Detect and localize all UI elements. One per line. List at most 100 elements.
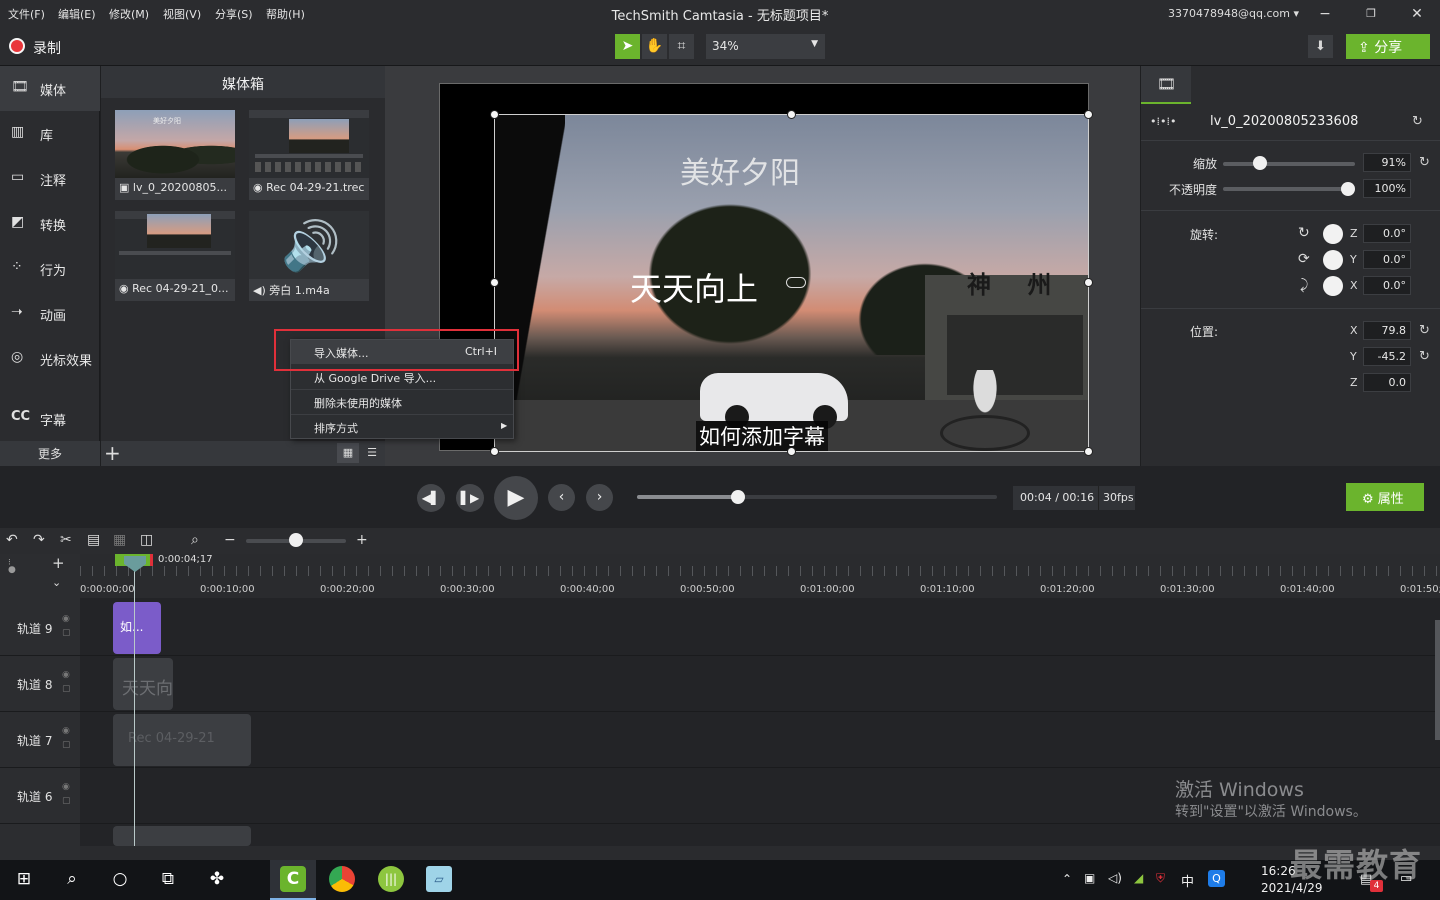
position-x-field[interactable]: 79.8 xyxy=(1363,321,1411,340)
resize-handle[interactable] xyxy=(1084,110,1093,119)
sidebar-item-captions[interactable]: CC 字幕 xyxy=(0,396,100,441)
zoom-out-icon[interactable]: − xyxy=(224,532,236,548)
undo-icon[interactable]: ↶ xyxy=(6,532,18,548)
timeline-zoom-knob[interactable] xyxy=(289,533,303,547)
media-tile[interactable]: ◉ Rec 04-29-21.trec xyxy=(249,110,369,200)
app-pinwheel-icon[interactable]: ✤ xyxy=(204,866,230,892)
scale-slider-knob[interactable] xyxy=(1252,156,1267,170)
magnet-icon[interactable]: ⁝ ● xyxy=(8,559,16,575)
resize-handle[interactable] xyxy=(490,110,499,119)
media-tile[interactable]: 美好夕阳 ▣ lv_0_20200805... xyxy=(115,110,235,200)
restore-button[interactable]: ❐ xyxy=(1356,4,1386,24)
chevron-down-icon[interactable]: ⌄ xyxy=(52,576,61,589)
select-tool-button[interactable]: ➤ xyxy=(615,34,640,59)
record-button[interactable]: 录制 xyxy=(5,34,75,60)
rotation-y-field[interactable]: 0.0° xyxy=(1363,250,1411,269)
track-header[interactable]: 轨道 8 ◉ ▢ xyxy=(0,656,80,712)
copy-icon[interactable]: ▤ xyxy=(87,532,100,548)
grid-view-button[interactable]: ▦ xyxy=(337,443,359,463)
close-button[interactable]: ✕ xyxy=(1402,4,1432,24)
annotation-clip[interactable]: 如... xyxy=(113,602,161,654)
visual-properties-tab[interactable]: 🎞 xyxy=(1141,66,1191,104)
camtasia-icon[interactable]: C xyxy=(280,866,306,892)
resize-handle[interactable] xyxy=(1084,278,1093,287)
security-icon[interactable]: ⛨ xyxy=(1156,871,1165,886)
step-forward-button[interactable]: ▌▶ xyxy=(456,484,484,512)
crop-tool-button[interactable]: ⌗ xyxy=(669,34,694,59)
sidebar-item-cursor-effects[interactable]: ◎ 光标效果 xyxy=(0,336,100,381)
resize-handle[interactable] xyxy=(490,447,499,456)
menu-delete-unused[interactable]: 删除未使用的媒体 xyxy=(291,389,513,413)
search-icon[interactable]: ⌕ xyxy=(59,866,85,892)
timeline-scrollbar[interactable] xyxy=(80,846,1440,860)
rotation-z-knob[interactable] xyxy=(1323,224,1343,244)
opacity-slider-track[interactable] xyxy=(1223,187,1355,191)
media-tile[interactable]: 🔊 ◀) 旁白 1.m4a xyxy=(249,211,369,301)
rotation-y-knob[interactable] xyxy=(1323,250,1343,270)
cortana-icon[interactable]: ○ xyxy=(107,866,133,892)
reset-icon[interactable]: ↻ xyxy=(1412,114,1423,129)
position-z-field[interactable]: 0.0 xyxy=(1363,373,1411,392)
windows-start-icon[interactable]: ⊞ xyxy=(11,866,37,892)
list-view-button[interactable]: ☰ xyxy=(361,443,383,463)
qq-icon[interactable]: Q xyxy=(1208,870,1225,887)
fps-display[interactable]: 30fps xyxy=(1098,486,1135,510)
chrome-icon[interactable] xyxy=(329,866,355,892)
add-media-button[interactable]: + xyxy=(104,441,122,465)
rotation-x-knob[interactable] xyxy=(1323,276,1343,296)
export-down-button[interactable]: ⬇ xyxy=(1308,35,1333,58)
visibility-lock-icon[interactable]: ◉ ▢ xyxy=(62,612,71,640)
chevron-up-icon[interactable]: ⌃ xyxy=(1062,872,1072,886)
vertical-scrollbar[interactable] xyxy=(1435,620,1440,740)
volume-icon[interactable]: ◁) xyxy=(1108,871,1122,885)
minimize-button[interactable]: − xyxy=(1310,4,1340,24)
paste-icon[interactable]: ▦ xyxy=(113,532,126,548)
visibility-lock-icon[interactable]: ◉ ▢ xyxy=(62,780,71,808)
play-button[interactable]: ▶ xyxy=(494,476,538,520)
notepad-icon[interactable]: ▱ xyxy=(426,866,452,892)
reset-icon[interactable]: ↻ xyxy=(1419,349,1430,364)
track-header[interactable]: 轨道 6 ◉ ▢ xyxy=(0,768,80,824)
track-header[interactable]: 轨道 7 ◉ ▢ xyxy=(0,712,80,768)
previous-button[interactable]: ‹ xyxy=(548,484,575,511)
position-y-field[interactable]: -45.2 xyxy=(1363,347,1411,366)
sidebar-item-animations[interactable]: ➝ 动画 xyxy=(0,291,100,336)
network-icon[interactable]: ▣ xyxy=(1084,871,1095,885)
visibility-lock-icon[interactable]: ◉ ▢ xyxy=(62,724,71,752)
opacity-slider-knob[interactable] xyxy=(1341,182,1355,196)
step-back-button[interactable]: ◀▌ xyxy=(417,484,445,512)
add-track-icon[interactable]: + xyxy=(52,554,65,572)
action-center-icon[interactable]: ▭ xyxy=(1400,871,1412,886)
scale-slider-track[interactable] xyxy=(1223,162,1355,166)
share-button[interactable]: ⇪ 分享 xyxy=(1346,34,1430,59)
pan-tool-button[interactable]: ✋ xyxy=(642,34,667,59)
scale-field[interactable]: 91% xyxy=(1363,153,1411,172)
sidebar-item-annotations[interactable]: ▭ 注释 xyxy=(0,156,100,201)
sidebar-item-media[interactable]: 🎞 媒体 xyxy=(0,66,100,111)
split-icon[interactable]: ◫ xyxy=(140,532,153,548)
redo-icon[interactable]: ↷ xyxy=(33,532,45,548)
account-menu[interactable]: 3370478948@qq.com ▾ xyxy=(1168,7,1299,20)
menu-sort-by[interactable]: 排序方式 ▶ xyxy=(291,414,513,438)
sidebar-item-transitions[interactable]: ◩ 转换 xyxy=(0,201,100,246)
ime-indicator[interactable]: 中 xyxy=(1181,871,1194,890)
sidebar-item-library[interactable]: ▥ 库 xyxy=(0,111,100,156)
rotation-x-field[interactable]: 0.0° xyxy=(1363,276,1411,295)
scissors-icon[interactable]: ✂ xyxy=(60,532,72,548)
zoom-select[interactable]: 34% ▼ xyxy=(706,34,825,59)
resize-handle[interactable] xyxy=(1084,447,1093,456)
resize-handle[interactable] xyxy=(490,278,499,287)
reset-icon[interactable]: ↻ xyxy=(1419,155,1430,170)
app-green-icon[interactable]: ||| xyxy=(378,866,404,892)
zoom-icon[interactable]: ⌕ xyxy=(191,532,199,548)
resize-handle[interactable] xyxy=(787,110,796,119)
resize-handle[interactable] xyxy=(787,447,796,456)
next-button[interactable]: › xyxy=(586,484,613,511)
opacity-field[interactable]: 100% xyxy=(1363,179,1411,198)
visibility-lock-icon[interactable]: ◉ ▢ xyxy=(62,668,71,696)
track-header[interactable]: 轨道 9 ◉ ▢ xyxy=(0,600,80,656)
properties-button[interactable]: ⚙ 属性 xyxy=(1346,483,1424,511)
text-clip[interactable]: 天天向 xyxy=(113,658,173,710)
timeline-ruler[interactable] xyxy=(80,554,1440,598)
playback-knob[interactable] xyxy=(730,490,745,504)
